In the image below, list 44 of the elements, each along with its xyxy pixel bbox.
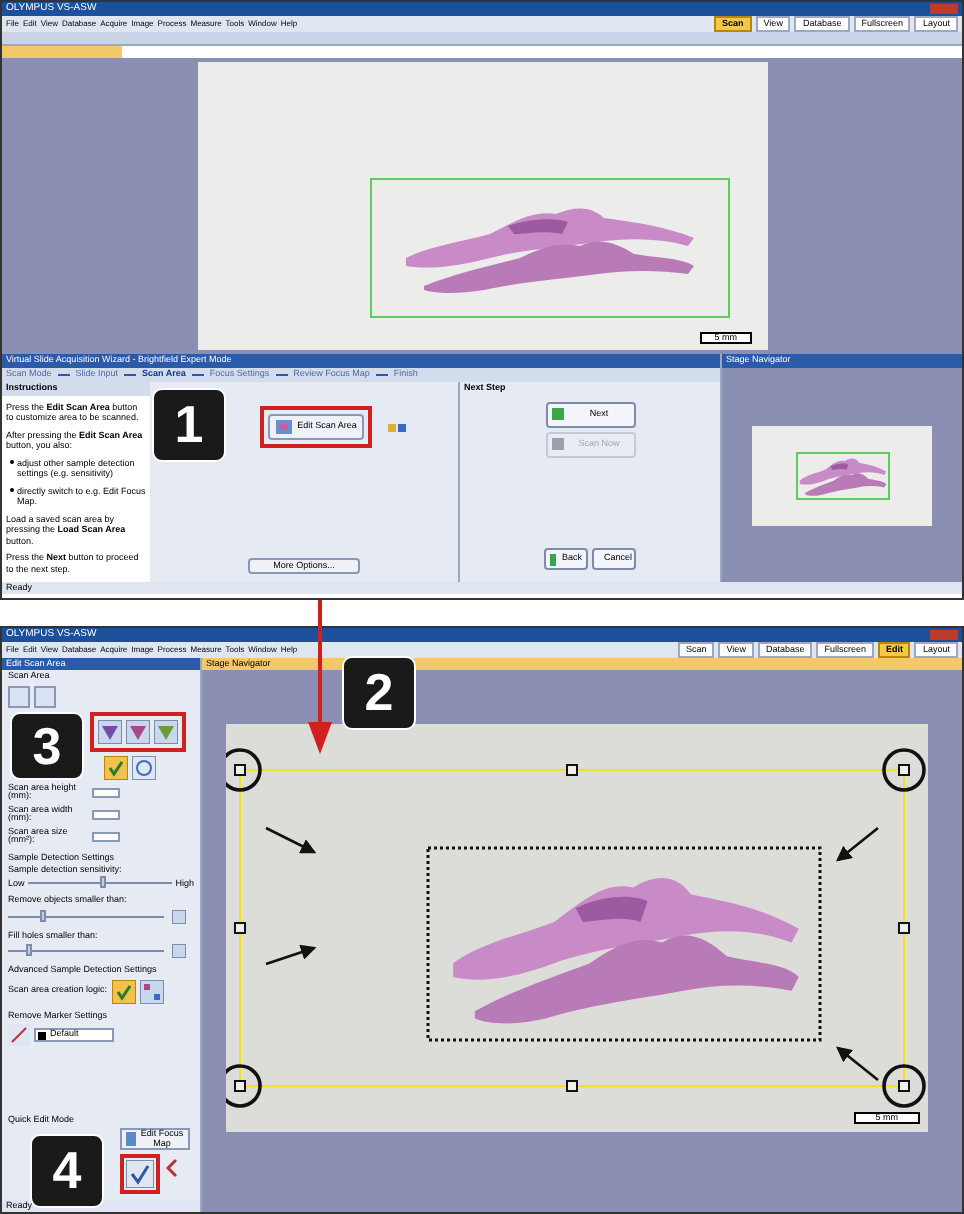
resize-handle[interactable]: [566, 1080, 578, 1092]
slider-thumb[interactable]: [26, 944, 33, 956]
slider-thumb[interactable]: [100, 876, 106, 889]
resize-handle[interactable]: [234, 764, 246, 776]
step-separator-icon: [191, 374, 204, 376]
load-save-icon[interactable]: [388, 422, 409, 432]
highlight-circle: [882, 748, 926, 792]
resize-handle[interactable]: [898, 1080, 910, 1092]
step-number: 4: [30, 1134, 104, 1208]
arrow: [265, 944, 317, 966]
arrow: [835, 1046, 879, 1081]
resize-handle[interactable]: [234, 1080, 246, 1092]
checkmark-icon[interactable]: [112, 979, 136, 1003]
step-number: 3: [10, 712, 84, 780]
resize-handle[interactable]: [566, 764, 578, 776]
scan-area-icon: [275, 420, 292, 434]
step-number: 2: [342, 656, 416, 730]
value-field[interactable]: [92, 787, 120, 797]
value-field[interactable]: [92, 809, 120, 819]
tool-icon[interactable]: [172, 944, 186, 958]
step-number: 1: [152, 388, 226, 462]
arrow: [835, 827, 879, 862]
slider-thumb[interactable]: [39, 909, 46, 921]
checkmark-icon[interactable]: [104, 755, 128, 779]
scan-area-tool-icon[interactable]: [154, 719, 178, 743]
scan-area-tool-icon[interactable]: [126, 719, 150, 743]
value-field[interactable]: [92, 831, 120, 841]
step-separator-icon: [275, 374, 288, 376]
step-separator-icon: [124, 374, 137, 376]
scan-area-tool-icon[interactable]: [98, 719, 122, 743]
tissue-drawing: [797, 453, 887, 497]
step-separator-icon: [375, 374, 388, 376]
resize-handle[interactable]: [898, 764, 910, 776]
tool-icon[interactable]: [172, 909, 186, 923]
shape-icon[interactable]: [132, 755, 156, 779]
cancel-icon[interactable]: [166, 1154, 178, 1182]
marker-icon[interactable]: [8, 1024, 30, 1046]
arrow: [265, 826, 317, 854]
focus-map-icon: [126, 1132, 136, 1146]
step-separator-icon: [57, 374, 70, 376]
resize-handle[interactable]: [234, 922, 246, 934]
resize-handle[interactable]: [898, 922, 910, 934]
grid-icon[interactable]: [140, 979, 164, 1003]
highlight-circle: [882, 1064, 926, 1108]
